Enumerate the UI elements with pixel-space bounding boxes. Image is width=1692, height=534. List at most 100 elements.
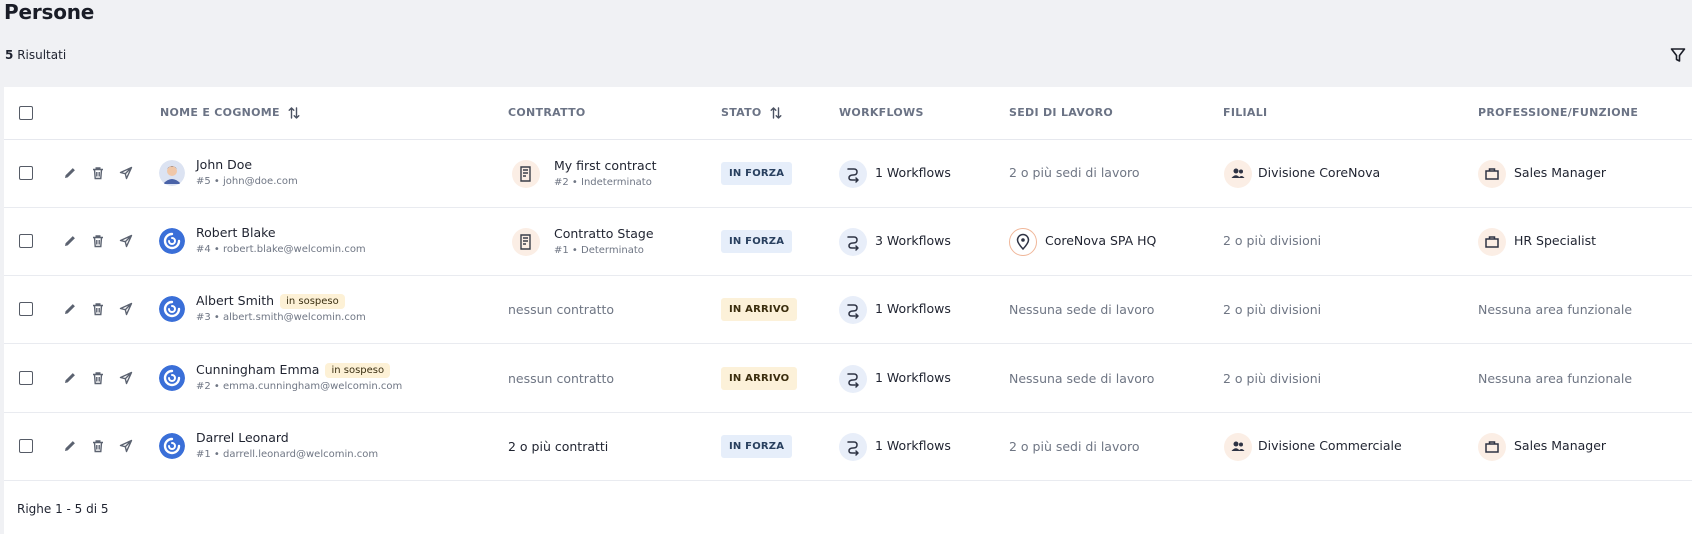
person-name[interactable]: Cunningham Emma in sospeso: [196, 362, 391, 378]
workflow-icon-circle: [839, 228, 867, 256]
filter-button[interactable]: [1670, 47, 1686, 63]
row-checkbox[interactable]: [19, 439, 33, 453]
delete-button[interactable]: [90, 233, 106, 249]
workflow-icon: [847, 373, 859, 388]
contract-title: nessun contratto: [508, 371, 615, 386]
row-checkbox[interactable]: [19, 166, 33, 180]
suspended-badge: in sospeso: [280, 294, 345, 309]
column-name-label: NOME E COGNOME: [160, 106, 280, 119]
send-button[interactable]: [118, 438, 134, 454]
pencil-icon: [65, 373, 75, 383]
status-badge: IN FORZA: [721, 162, 793, 185]
contract-title[interactable]: 2 o più contratti: [508, 439, 608, 454]
avatar: [159, 228, 185, 254]
workflows-count[interactable]: 3 Workflows: [875, 233, 951, 248]
workflows-count[interactable]: 1 Workflows: [875, 165, 951, 180]
pencil-icon: [65, 304, 75, 314]
column-profession: PROFESSIONE/FUNZIONE: [1478, 106, 1639, 119]
branch-name: 2 o più divisioni: [1223, 302, 1322, 317]
sort-arrows-icon[interactable]: [288, 106, 300, 120]
work-location: Nessuna sede di lavoro: [1009, 371, 1155, 386]
status-badge: IN FORZA: [721, 435, 793, 458]
document-icon: [520, 234, 531, 250]
status-badge: IN FORZA: [721, 230, 793, 253]
table-row[interactable]: Robert Blake #4 • robert.blake@welcomin.…: [4, 208, 1692, 276]
table-row[interactable]: John Doe #5 • john@doe.com My first cont…: [4, 140, 1692, 208]
trash-icon: [93, 167, 103, 180]
table-row[interactable]: Cunningham Emma in sospeso #2 • emma.cunn…: [4, 345, 1692, 413]
trash-icon: [93, 440, 103, 453]
trash-icon: [93, 235, 103, 248]
profession-icon-circle: [1478, 228, 1506, 256]
work-location: 2 o più sedi di lavoro: [1009, 165, 1140, 180]
edit-button[interactable]: [62, 165, 78, 181]
filter-icon: [1670, 48, 1686, 62]
edit-button[interactable]: [62, 233, 78, 249]
contract-icon-circle: [512, 160, 540, 188]
send-icon: [119, 166, 133, 180]
send-button[interactable]: [118, 370, 134, 386]
send-icon: [119, 439, 133, 453]
workflow-icon-circle: [839, 365, 867, 393]
row-checkbox[interactable]: [19, 302, 33, 316]
send-button[interactable]: [118, 233, 134, 249]
person-id-email: #2 • emma.cunningham@welcomin.com: [196, 381, 403, 392]
person-name[interactable]: Darrel Leonard: [196, 430, 289, 445]
row-checkbox[interactable]: [19, 371, 33, 385]
people-icon: [1231, 441, 1245, 451]
branch-name: 2 o più divisioni: [1223, 233, 1322, 248]
column-name: NOME E COGNOME: [160, 106, 300, 120]
person-name-text[interactable]: John Doe: [196, 157, 252, 172]
briefcase-icon: [1485, 236, 1499, 248]
pagination-info: Righe 1 - 5 di 5: [17, 502, 109, 516]
send-icon: [119, 234, 133, 248]
row-checkbox[interactable]: [19, 234, 33, 248]
avatar: [159, 296, 185, 322]
column-branches: FILIALI: [1223, 106, 1268, 119]
work-location: 2 o più sedi di lavoro: [1009, 439, 1140, 454]
sort-arrows-icon[interactable]: [770, 106, 782, 120]
table-row[interactable]: Darrel Leonard #1 • darrell.leonard@welc…: [4, 413, 1692, 481]
person-id-email: #3 • albert.smith@welcomin.com: [196, 312, 366, 323]
avatar: [159, 160, 185, 186]
workflow-icon: [847, 168, 859, 183]
pencil-icon: [65, 236, 75, 246]
workflows-count[interactable]: 1 Workflows: [875, 370, 951, 385]
column-status-label: STATO: [721, 106, 762, 119]
branch-icon-circle: [1224, 433, 1252, 461]
contract-title[interactable]: My first contract: [554, 158, 656, 173]
person-name[interactable]: Albert Smith in sospeso: [196, 293, 345, 309]
send-button[interactable]: [118, 301, 134, 317]
profession: Sales Manager: [1514, 438, 1607, 453]
delete-button[interactable]: [90, 165, 106, 181]
column-status: STATO: [721, 106, 782, 120]
table-row[interactable]: Albert Smith in sospeso #3 • albert.smith…: [4, 276, 1692, 344]
select-all-checkbox[interactable]: [19, 106, 33, 120]
person-name-text[interactable]: Darrel Leonard: [196, 430, 289, 445]
person-name-text[interactable]: Robert Blake: [196, 225, 276, 240]
delete-button[interactable]: [90, 370, 106, 386]
workflow-icon-circle: [839, 160, 867, 188]
location-icon-circle: [1009, 228, 1037, 256]
workflow-icon: [847, 441, 859, 456]
contract-sub: #2 • Indeterminato: [554, 177, 652, 188]
workflows-count[interactable]: 1 Workflows: [875, 438, 951, 453]
delete-button[interactable]: [90, 438, 106, 454]
workflows-count[interactable]: 1 Workflows: [875, 301, 951, 316]
edit-button[interactable]: [62, 301, 78, 317]
edit-button[interactable]: [62, 438, 78, 454]
profession: HR Specialist: [1514, 233, 1596, 248]
person-name-text[interactable]: Cunningham Emma: [196, 362, 319, 377]
trash-icon: [93, 372, 103, 385]
person-id-email: #5 • john@doe.com: [196, 176, 298, 187]
briefcase-icon: [1485, 441, 1499, 453]
contract-title[interactable]: Contratto Stage: [554, 226, 654, 241]
person-name-text[interactable]: Albert Smith: [196, 293, 274, 308]
branch-name: Divisione CoreNova: [1258, 165, 1381, 180]
results-label: Risultati: [17, 48, 67, 62]
edit-button[interactable]: [62, 370, 78, 386]
person-name[interactable]: John Doe: [196, 157, 252, 172]
person-name[interactable]: Robert Blake: [196, 225, 276, 240]
delete-button[interactable]: [90, 301, 106, 317]
send-button[interactable]: [118, 165, 134, 181]
